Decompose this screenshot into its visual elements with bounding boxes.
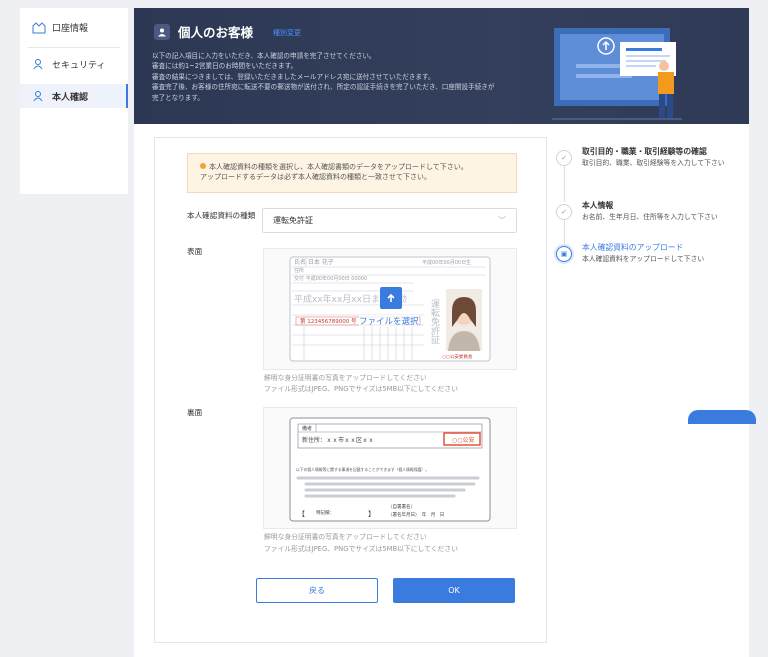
doc-type-select[interactable]: 運転免許証 ﹀ [262,208,517,233]
license-name: 氏名 日本 花子 [294,258,334,266]
step-title: 本人確認資料のアップロード [582,243,684,252]
chevron-down-icon: ﹀ [498,216,506,225]
front-upload-box[interactable]: 氏名 日本 花子 平成00年00月00日生 住所 交付 平成00年00月00日 … [263,248,517,370]
info-dot-icon [200,163,206,169]
sidebar-item-security[interactable]: セキュリティ [20,48,128,80]
back-button[interactable]: 戻る [256,578,378,603]
notice-line: アップロードするデータは必ず本人確認資料の種類と一致させて下さい。 [200,173,431,181]
sidebar-item-account[interactable]: 口座情報 [28,8,120,48]
sidebar: 口座情報 セキュリティ 本人確認 [20,8,128,194]
page-title: 個人のお客様 [178,25,254,40]
back-stamp: ○○公安 [452,436,474,444]
description-line: 審査には約1~2営業日のお時間をいただきます。 [152,62,298,71]
help-chat-button[interactable] [688,410,756,424]
license-vertical-text: 運転免許証 [429,299,440,345]
back-header: 備考 [302,425,312,432]
step-title: 本人情報 [582,201,614,210]
description-line: 審査の結果につきましては、登録いただきましたメールアドレス宛に送付させていただき… [152,72,435,81]
change-type-link[interactable]: 種別変更 [273,28,301,38]
front-label: 表面 [187,247,203,256]
check-icon: ✓ [556,150,572,166]
step-desc: 本人確認資料をアップロードして下さい [582,255,705,263]
back-label: 裏面 [187,408,203,417]
back-date-label: （署名年月日） 年 月 日 [388,511,444,518]
header-banner: 個人のお客様 種別変更 以下の記入項目に入力をいただき、本人確認の申請を完了させ… [134,8,749,124]
account-icon [32,21,46,34]
ok-button[interactable]: OK [393,578,515,603]
step-item: ✓ 取引目的・職業・取引経験等の確認 取引目的、職業、取引経験等を入力して下さい [553,146,748,200]
upload-icon[interactable] [380,287,402,309]
upload-note: 鮮明な身分証明書の写真をアップロードしてください [264,374,427,382]
notice-box: 本人確認資料の種類を選択し、本人確認書類のデータをアップロードして下さい。 アッ… [187,153,517,193]
description-line: 審査完了後、お客様の住所宛に転送不要の郵送物が送付され、所定の認証手続きを完了い… [152,83,495,92]
upload-step-icon: ▣ [556,246,572,262]
license-public-safety: ○○公安委員会 [442,353,473,360]
step-desc: お名前、生年月日、住所等を入力して下さい [582,213,718,221]
back-upload-box[interactable]: 備考 新住所：ｘｘ市ｘｘ区ｘｘ ○○公安 以下の個人情報等に関する事項を記載する… [263,407,517,529]
license-number: 第 123456789000 号 [300,317,357,325]
user-shield-icon [32,58,46,70]
description-line: 完了となります。 [152,93,204,102]
step-title: 取引目的・職業・取引経験等の確認 [582,147,707,156]
license-issue: 交付 平成00年00月00日 00000 [294,275,367,282]
step-desc: 取引目的、職業、取引経験等を入力して下さい [582,159,725,167]
upload-note: ファイル形式はJPEG、PNGでサイズは5MB以下にしてください [264,545,458,553]
doc-type-label: 本人確認資料の種類 [187,211,256,220]
sidebar-item-label: 本人確認 [52,92,89,103]
back-new-address: 新住所：ｘｘ市ｘｘ区ｘｘ [302,436,374,444]
doc-type-value: 運転免許証 [273,216,313,225]
step-item: ✓ 本人情報 お名前、生年月日、住所等を入力して下さい [553,200,748,242]
progress-steps: ✓ 取引目的・職業・取引経験等の確認 取引目的、職業、取引経験等を入力して下さい… [553,146,748,272]
header-description: 以下の記入項目に入力をいただき、本人確認の申請を完了させてください。 審査には約… [152,51,532,103]
upload-note: 鮮明な身分証明書の写真をアップロードしてください [264,533,427,541]
description-line: 以下の記入項目に入力をいただき、本人確認の申請を完了させてください。 [152,52,376,60]
license-birth: 平成00年00月00日生 [422,259,471,266]
sidebar-item-identity[interactable]: 本人確認 [20,84,128,108]
svg-text:】: 】 [368,510,375,518]
step-item: ▣ 本人確認資料のアップロード 本人確認資料をアップロードして下さい [553,242,748,272]
user-check-icon [32,90,46,102]
check-icon: ✓ [556,204,572,220]
sidebar-item-label: セキュリティ [52,60,106,71]
upload-illustration [552,28,682,120]
user-icon [154,23,170,40]
license-address: 住所 [294,267,304,274]
back-donor-label: 特記欄： [316,509,334,516]
license-back-image: 備考 新住所：ｘｘ市ｘｘ区ｘｘ ○○公安 以下の個人情報等に関する事項を記載する… [289,417,491,522]
select-file-link[interactable]: ファイルを選択 [359,315,419,327]
notice-line: 本人確認資料の種類を選択し、本人確認書類のデータをアップロードして下さい。 [209,163,468,171]
svg-text:【: 【 [298,510,305,518]
back-notes: 以下の個人情報等に関する事項を記載することができます（個人情報保護）。 [296,467,429,472]
license-front-image: 氏名 日本 花子 平成00年00月00日生 住所 交付 平成00年00月00日 … [289,256,491,362]
upload-note: ファイル形式はJPEG、PNGでサイズは5MB以下にしてください [264,385,458,393]
back-signature-label: （自署署名） [388,503,415,510]
sidebar-item-label: 口座情報 [52,24,89,34]
